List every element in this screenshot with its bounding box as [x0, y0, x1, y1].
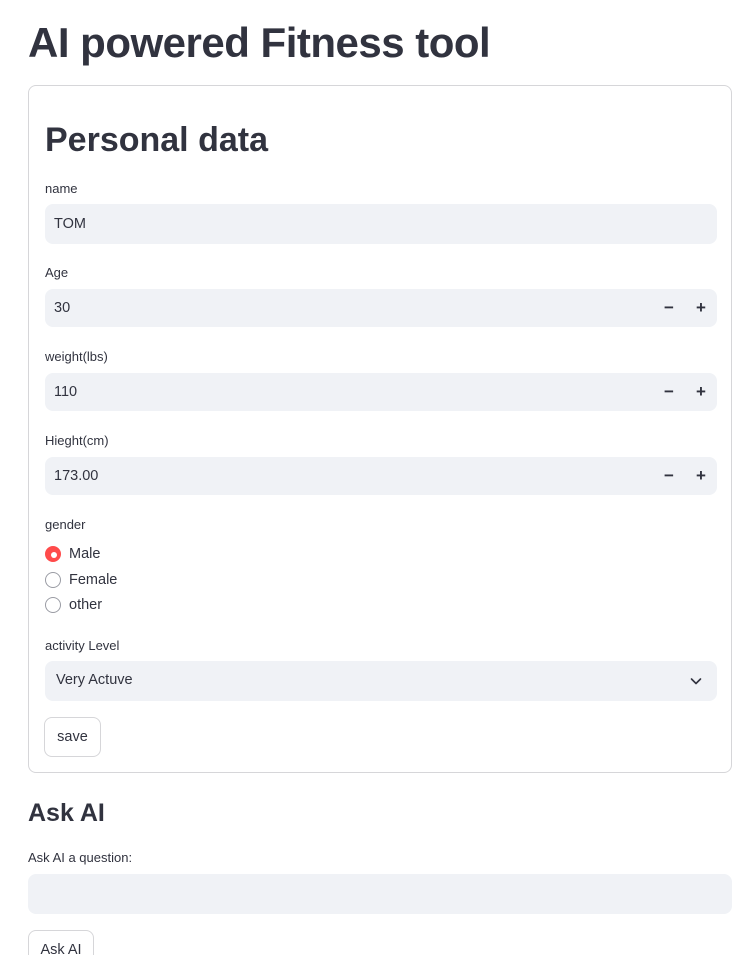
gender-option-male[interactable]: Male: [45, 543, 100, 565]
weight-label: weight(lbs): [45, 349, 108, 364]
name-label: name: [45, 181, 78, 196]
age-decrement-button[interactable]: −: [653, 289, 685, 327]
save-button[interactable]: save: [44, 717, 101, 757]
gender-option-other[interactable]: other: [45, 594, 102, 616]
radio-label-male: Male: [69, 546, 101, 562]
radio-male[interactable]: [45, 546, 61, 562]
height-decrement-button[interactable]: −: [653, 457, 685, 495]
weight-decrement-button[interactable]: −: [653, 373, 685, 411]
ask-ai-button[interactable]: Ask AI: [28, 930, 94, 955]
activity-level-value: Very Actuve: [56, 672, 133, 688]
page-title: AI powered Fitness tool: [28, 19, 491, 66]
section-title: Personal data: [45, 121, 268, 159]
ask-ai-question-label: Ask AI a question:: [28, 850, 133, 865]
ask-ai-title: Ask AI: [28, 799, 105, 827]
weight-stepper: − +: [45, 373, 717, 411]
age-label: Age: [45, 265, 69, 280]
height-increment-button[interactable]: +: [685, 457, 717, 495]
weight-increment-button[interactable]: +: [685, 373, 717, 411]
gender-option-female[interactable]: Female: [45, 569, 117, 591]
radio-female[interactable]: [45, 572, 61, 588]
activity-level-select[interactable]: Very Actuve: [45, 661, 717, 701]
name-input[interactable]: [45, 204, 717, 244]
personal-data-form: Personal data name Age − + weight(lbs) −…: [28, 85, 732, 773]
height-input[interactable]: [45, 457, 635, 495]
age-increment-button[interactable]: +: [685, 289, 717, 327]
chevron-down-icon: [690, 678, 702, 685]
height-stepper: − +: [45, 457, 717, 495]
radio-other[interactable]: [45, 597, 61, 613]
ask-ai-question-input[interactable]: [28, 874, 732, 914]
weight-input[interactable]: [45, 373, 635, 411]
radio-label-other: other: [69, 597, 103, 613]
age-stepper: − +: [45, 289, 717, 327]
radio-label-female: Female: [69, 572, 118, 588]
age-input[interactable]: [45, 289, 635, 327]
height-label: Hieght(cm): [45, 433, 109, 448]
gender-label: gender: [45, 517, 86, 532]
activity-level-label: activity Level: [45, 638, 120, 653]
